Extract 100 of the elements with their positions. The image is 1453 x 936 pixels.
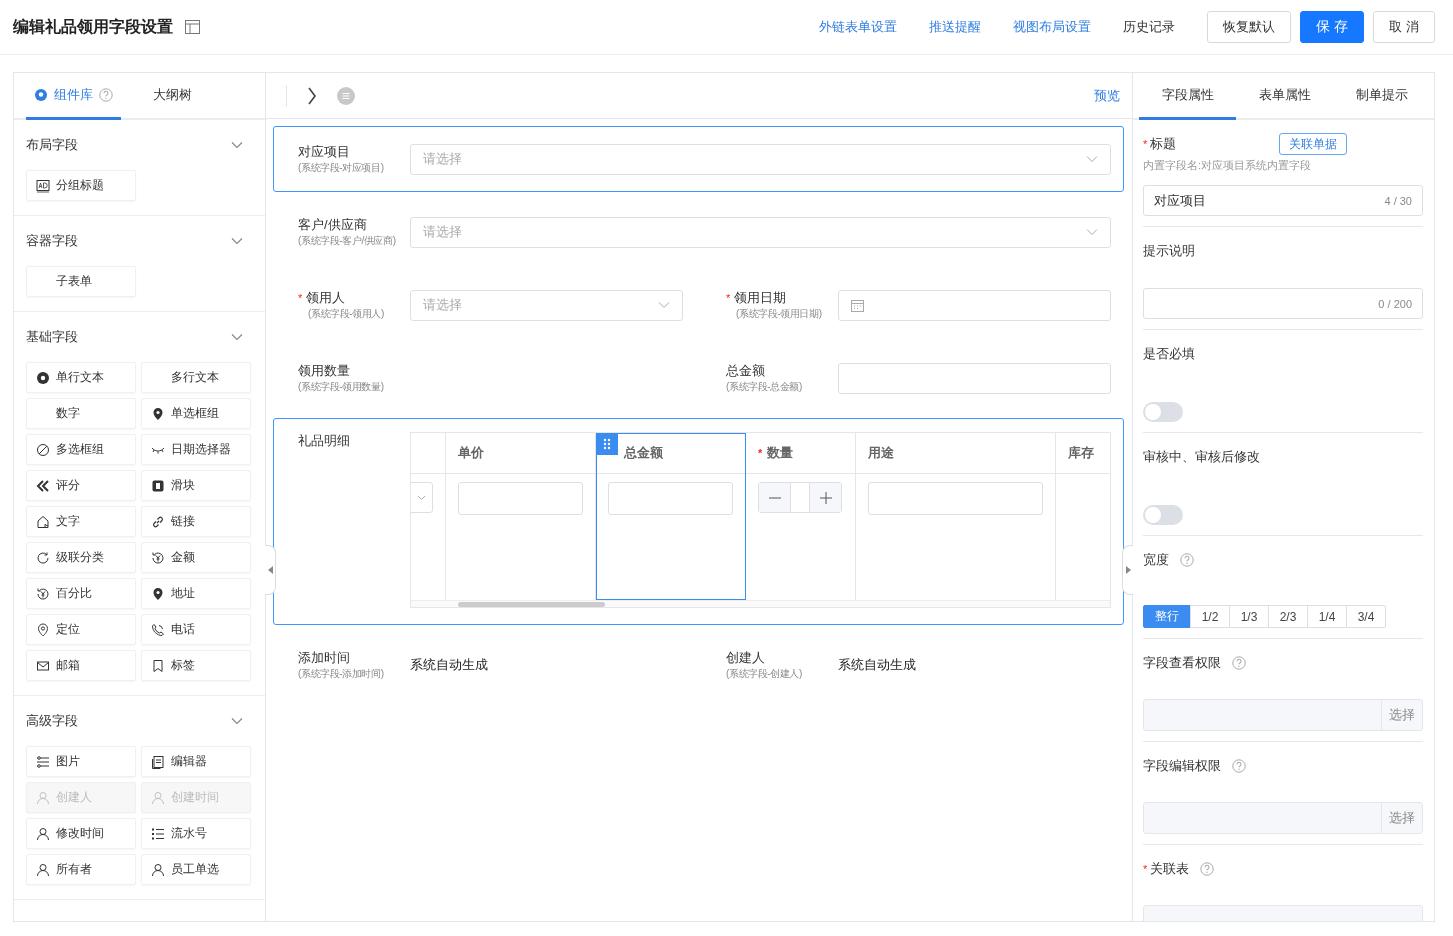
component-item[interactable]: 电话 <box>141 614 251 645</box>
required-mark: * <box>1143 138 1148 150</box>
header-link[interactable]: 视图布局设置 <box>1013 18 1092 36</box>
panel-tab[interactable]: 表单属性 <box>1236 73 1333 120</box>
chevron-icon[interactable] <box>231 237 243 245</box>
toggle-switch[interactable] <box>1143 402 1183 422</box>
layout-icon[interactable] <box>185 20 200 34</box>
component-item[interactable]: 员工单选 <box>141 854 251 885</box>
width-option[interactable]: 1/4 <box>1307 605 1347 628</box>
component-item[interactable]: 编辑器 <box>141 746 251 777</box>
component-item[interactable]: 流水号 <box>141 818 251 849</box>
toggle-switch[interactable] <box>1143 505 1183 525</box>
width-option[interactable]: 1/3 <box>1229 605 1269 628</box>
caret-icon <box>658 301 670 309</box>
text-field[interactable]: 对应项目 4 / 30 <box>1143 185 1423 216</box>
caret-icon <box>1086 228 1098 236</box>
field-label: 对应项目 <box>298 143 350 161</box>
date-field[interactable] <box>838 289 1111 321</box>
selected-column[interactable]: 总金额 <box>596 433 746 600</box>
property-label: 字段编辑权限 <box>1143 757 1221 775</box>
house-icon <box>36 514 50 529</box>
component-item[interactable]: 数字 <box>26 398 136 429</box>
width-option[interactable]: 1/2 <box>1190 605 1230 628</box>
field-value: 系统自动生成 <box>838 656 916 674</box>
component-item[interactable]: 定位 <box>26 614 136 645</box>
scrollbar[interactable] <box>411 600 1110 607</box>
input-field[interactable] <box>838 362 1111 394</box>
component-item[interactable]: 单选框组 <box>141 398 251 429</box>
panel-tab[interactable]: 制单提示 <box>1333 73 1430 120</box>
hint-text: 内置字段名:对应项目系统内置字段 <box>1143 158 1313 173</box>
component-item[interactable]: 评分 <box>26 470 136 501</box>
header-link[interactable]: 推送提醒 <box>929 18 982 36</box>
component-item[interactable]: 滑块 <box>141 470 251 501</box>
picker-field[interactable]: 选择 <box>1143 699 1423 731</box>
chevron-icon[interactable] <box>231 717 243 725</box>
column-header: 数量 <box>767 444 794 462</box>
chevron-icon[interactable] <box>231 333 243 341</box>
help-icon[interactable] <box>1232 656 1246 670</box>
field-sublabel: (系统字段-创建人) <box>726 667 803 681</box>
link-document-button[interactable]: 关联单据 <box>1279 133 1348 155</box>
panel-tab[interactable]: 大纲树 <box>145 73 200 120</box>
user-icon <box>151 862 165 877</box>
input-field[interactable] <box>608 482 733 515</box>
menu-icon[interactable] <box>337 86 355 105</box>
mail-icon <box>36 658 50 673</box>
collapse-handle[interactable] <box>265 545 276 595</box>
preview-link[interactable]: 预览 <box>1094 86 1120 105</box>
column-header: 用途 <box>868 444 894 462</box>
field-label: 添加时间 <box>298 649 350 667</box>
component-item[interactable]: 多行文本 <box>141 362 251 393</box>
component-item[interactable]: 地址 <box>141 578 251 609</box>
sliders-icon <box>36 754 50 769</box>
user-icon <box>36 826 50 841</box>
picker-field[interactable]: 选择 <box>1143 802 1423 834</box>
component-item[interactable]: 链接 <box>141 506 251 537</box>
component-item[interactable]: 标签 <box>141 650 251 681</box>
component-item[interactable]: 日期选择器 <box>141 434 251 465</box>
component-item[interactable]: 级联分类 <box>26 542 136 573</box>
width-option[interactable]: 2/3 <box>1268 605 1308 628</box>
input-field[interactable] <box>458 482 583 515</box>
component-item[interactable]: 百分比 <box>26 578 136 609</box>
component-item[interactable]: 文字 <box>26 506 136 537</box>
component-item[interactable]: 分组标题 <box>26 170 136 201</box>
component-item[interactable]: 单行文本 <box>26 362 136 393</box>
component-icon <box>34 88 48 102</box>
field-sublabel: (系统字段-领用人) <box>307 307 385 321</box>
width-option[interactable]: 3/4 <box>1346 605 1386 628</box>
component-item[interactable]: 子表单 <box>26 266 136 297</box>
component-item[interactable]: 图片 <box>26 746 136 777</box>
drag-handle-icon[interactable] <box>596 433 618 455</box>
help-icon[interactable] <box>1180 553 1194 567</box>
header-button[interactable]: 取 消 <box>1373 11 1435 43</box>
field-label: 领用数量 <box>298 362 350 380</box>
input-field[interactable] <box>868 482 1043 515</box>
component-item[interactable]: 修改时间 <box>26 818 136 849</box>
minus-button[interactable] <box>759 483 790 512</box>
component-item[interactable]: 所有者 <box>26 854 136 885</box>
save-button[interactable]: 保 存 <box>1300 11 1365 43</box>
location-pin-icon <box>36 622 50 637</box>
plus-button[interactable] <box>810 483 841 512</box>
component-item[interactable]: 多选框组 <box>26 434 136 465</box>
header-link[interactable]: 外链表单设置 <box>819 18 898 36</box>
help-icon[interactable] <box>1200 862 1215 876</box>
record-icon <box>36 370 50 385</box>
property-label: 关联表 <box>1150 860 1190 878</box>
text-field[interactable]: 0 / 200 <box>1143 288 1423 319</box>
help-icon[interactable] <box>1232 759 1246 773</box>
required-mark: * <box>1143 863 1148 875</box>
component-item[interactable]: 金额 <box>141 542 251 573</box>
chevron-icon[interactable] <box>231 141 243 149</box>
panel-tab[interactable]: 组件库 <box>26 73 121 120</box>
caret-icon <box>1086 155 1098 163</box>
expand-handle[interactable] <box>1122 545 1133 595</box>
chevron-right-icon[interactable] <box>307 86 317 105</box>
component-item[interactable]: 邮箱 <box>26 650 136 681</box>
help-icon[interactable] <box>99 88 113 102</box>
panel-tab[interactable]: 字段属性 <box>1139 73 1236 120</box>
field-sublabel: (系统字段-客户/供应商) <box>298 234 397 248</box>
history-link[interactable]: 历史记录 <box>1123 18 1176 36</box>
header-button[interactable]: 恢复默认 <box>1207 11 1292 43</box>
